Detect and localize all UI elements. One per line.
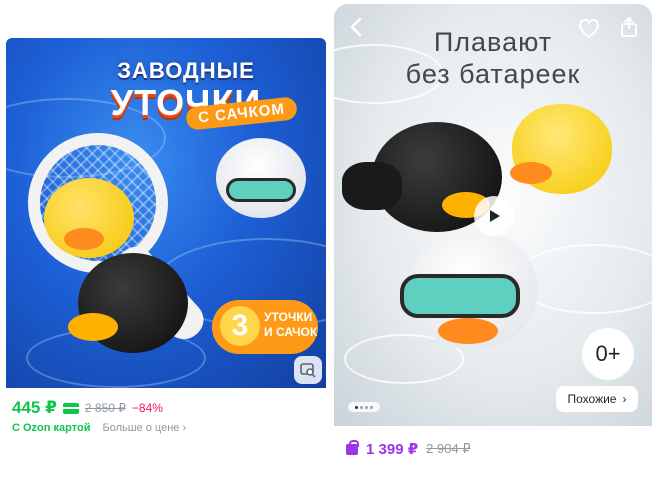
find-similar-button[interactable] — [294, 356, 322, 384]
old-price: 2 850 ₽ — [84, 401, 126, 415]
back-icon — [350, 17, 362, 37]
ozon-card-label: С Ozon картой — [12, 422, 91, 434]
duck-goggle — [226, 178, 296, 202]
similar-label: Похожие — [567, 392, 617, 406]
play-icon — [490, 210, 500, 222]
favorite-button[interactable] — [578, 18, 600, 40]
duck-beak — [68, 313, 118, 341]
count-badge-line-2: И САЧОК — [264, 325, 318, 339]
price: 445 ₽ — [12, 398, 57, 417]
gallery-pagination[interactable] — [348, 402, 380, 412]
pagination-dot[interactable] — [365, 405, 368, 409]
heart-icon — [578, 18, 600, 39]
old-price: 2 904 ₽ — [426, 441, 471, 456]
card-icon — [62, 402, 79, 414]
play-video-button[interactable] — [474, 196, 514, 236]
pagination-dot[interactable] — [355, 405, 358, 409]
pagination-dot[interactable] — [360, 405, 363, 409]
count-badge-line-1: УТОЧКИ — [264, 310, 313, 324]
white-duck-image — [216, 138, 306, 218]
yellow-duck-image — [510, 104, 612, 194]
count-badge-number: 3 — [220, 306, 260, 346]
count-badge: 3 УТОЧКИ И САЧОК — [212, 300, 318, 354]
share-icon — [621, 16, 637, 37]
share-button[interactable] — [618, 16, 640, 38]
find-similar-icon — [300, 363, 316, 378]
duck-beak — [64, 228, 104, 250]
headline-line-1: Плавают — [433, 27, 553, 57]
similar-button[interactable]: Похожие › — [556, 386, 638, 412]
price: 1 399 ₽ — [366, 441, 419, 458]
headline-line-2: без батареек — [405, 59, 581, 89]
more-price-label: Больше о цене — [102, 422, 180, 434]
duck-tail — [342, 162, 402, 210]
price-row: 445 ₽ 2 850 ₽ −84% — [12, 398, 163, 418]
chevron-right-icon: › — [622, 392, 627, 406]
banner-line-1: ЗАВОДНЫЕ — [117, 58, 255, 83]
product-gallery[interactable]: Плавают без батареек 0+ Похожие › — [334, 4, 652, 426]
price-sub-row: С Ozon картой Больше о цене › — [12, 422, 186, 434]
price-row: 1 399 ₽ 2 904 ₽ — [346, 439, 471, 458]
black-duck-image — [68, 253, 188, 353]
discount: −84% — [131, 401, 163, 415]
duck-beak — [510, 162, 552, 184]
count-badge-text: УТОЧКИ И САЧОК — [264, 310, 317, 340]
more-price-link[interactable]: Больше о цене › — [102, 422, 186, 434]
product-card-right[interactable]: Плавают без батареек 0+ Похожие › 1 399 … — [334, 4, 652, 480]
age-rating-badge: 0+ — [582, 328, 634, 380]
pagination-dot[interactable] — [370, 405, 373, 409]
product-card-left[interactable]: ЗАВОДНЫЕ УТОЧКИ С САЧКОМ 3 УТОЧКИ И САЧО… — [6, 38, 326, 486]
white-duck-image — [400, 230, 538, 350]
yellow-duck-image — [44, 178, 134, 258]
back-button[interactable] — [346, 16, 368, 38]
gallery-headline: Плавают без батареек — [334, 26, 652, 90]
duck-goggle — [400, 274, 520, 318]
product-info-right: 1 399 ₽ 2 904 ₽ — [334, 426, 652, 480]
chevron-right-icon: › — [182, 422, 187, 434]
product-image-left[interactable]: ЗАВОДНЫЕ УТОЧКИ С САЧКОМ 3 УТОЧКИ И САЧО… — [6, 38, 326, 388]
product-info-left: 445 ₽ 2 850 ₽ −84% С Ozon картой Больше … — [6, 388, 326, 486]
duck-beak — [438, 318, 498, 344]
bag-icon — [346, 439, 359, 455]
